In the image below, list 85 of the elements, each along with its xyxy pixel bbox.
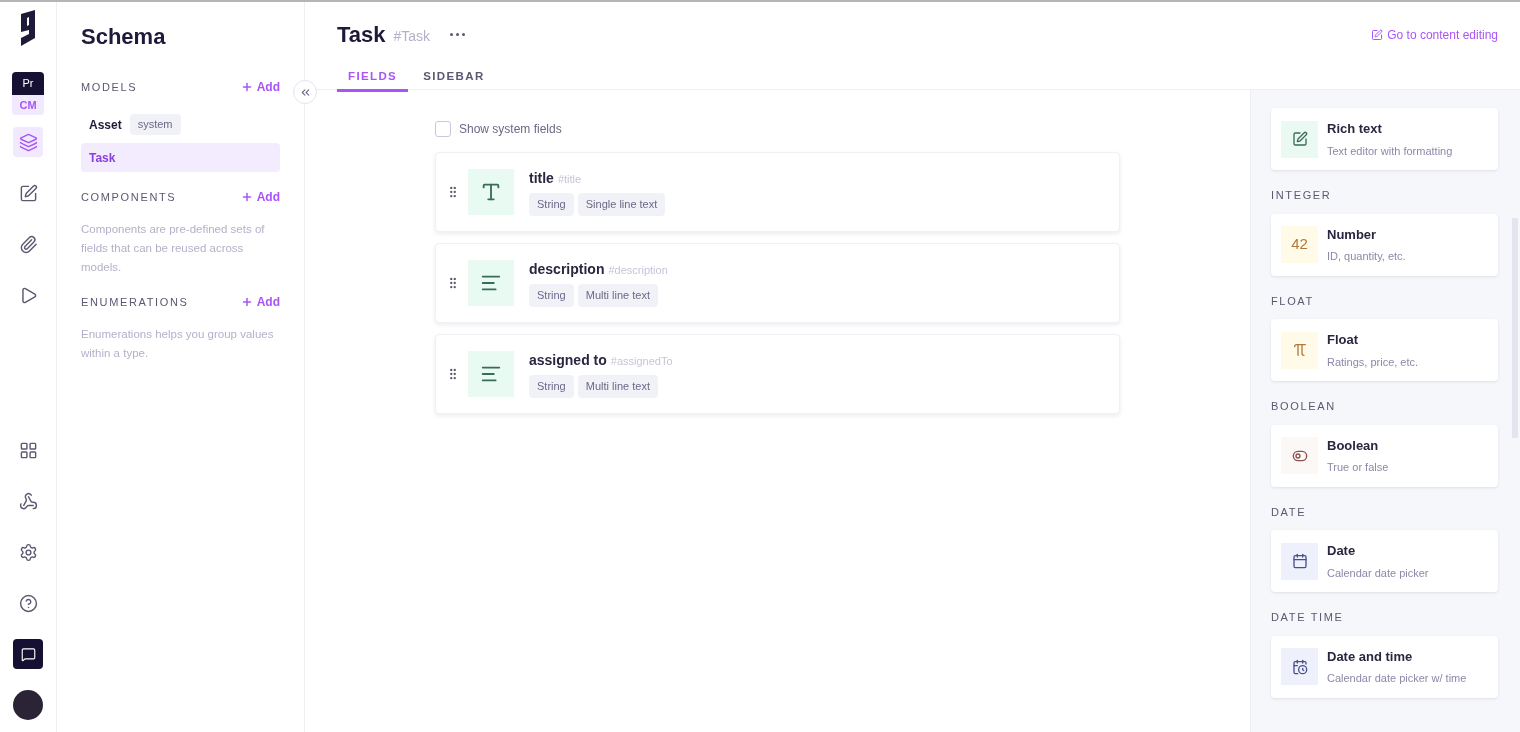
user-avatar[interactable] [13, 690, 43, 720]
type-group-heading: FLOAT [1271, 293, 1315, 309]
field-tag: Multi line text [577, 284, 658, 307]
model-item[interactable]: Task [81, 143, 280, 172]
chat-icon [20, 646, 36, 662]
field-name: title [529, 169, 554, 189]
pi-icon [1291, 342, 1308, 358]
section-heading: MODELS [81, 79, 138, 95]
add-button[interactable]: Add [240, 78, 280, 96]
add-button[interactable]: Add [240, 293, 280, 311]
more-icon[interactable] [450, 33, 466, 36]
calendar-icon [1291, 553, 1308, 569]
field-tag: String [529, 375, 574, 398]
model-item[interactable]: Asset system [81, 110, 280, 139]
tab[interactable]: FIELDS [337, 65, 409, 92]
field-type-card[interactable]: Date Calendar date picker [1271, 530, 1498, 592]
field-type-card[interactable]: Float Ratings, price, etc. [1271, 319, 1498, 381]
system-fields-checkbox[interactable]: Show system fields [435, 120, 1120, 138]
type-group-heading: BOOLEAN [1271, 399, 1337, 414]
field-type-description: Calendar date picker [1327, 565, 1429, 581]
model-api-id: #Task [393, 27, 431, 46]
project-code: CM [12, 94, 44, 115]
field-type-description: True or false [1327, 460, 1389, 475]
field-type-icon [468, 169, 514, 215]
field-type-description: Calendar date picker w/ time [1327, 671, 1467, 686]
number-icon: 42 [1281, 226, 1318, 263]
field-type-description: Text editor with formatting [1327, 143, 1453, 159]
system-tag: system [129, 114, 181, 135]
schema-button[interactable] [13, 127, 43, 157]
webhook-icon [18, 491, 38, 511]
calendar-clock-icon [1291, 658, 1308, 675]
type-group-heading: INTEGER [1271, 188, 1333, 203]
plus-icon [240, 191, 253, 203]
field-type-card[interactable]: 42 Number ID, quantity, etc. [1271, 213, 1498, 276]
field-card[interactable]: description #description String Multi line text [435, 243, 1120, 323]
content-editing-link[interactable]: Go to content editing [1371, 25, 1498, 44]
field-type-title: Date [1327, 542, 1357, 560]
field-type-icon [468, 260, 514, 306]
field-type-title: Number [1327, 225, 1378, 244]
field-type-icon [468, 351, 514, 397]
apps-icon [18, 440, 38, 460]
type-group-heading: DATE TIME [1271, 610, 1345, 625]
section-heading: ENUMERATIONS [81, 294, 189, 310]
field-type-card[interactable]: Rich text Text editor with formatting [1271, 108, 1498, 170]
section-description: Enumerations helps you group values within a type. [81, 327, 275, 361]
field-tag: Multi line text [577, 375, 658, 398]
field-type-card[interactable]: Boolean True or false [1271, 424, 1498, 487]
chat-button[interactable] [13, 639, 43, 669]
field-type-description: Ratings, price, etc. [1327, 354, 1419, 370]
field-api-id: #assignedTo [610, 354, 673, 370]
section-description: Components are pre-defined sets of fields that can be reused across models. [81, 222, 266, 275]
project-badge[interactable]: Pr [12, 72, 44, 95]
model-name: Asset [89, 116, 122, 134]
plus-icon [240, 81, 253, 93]
field-type-card[interactable]: Date and time Calendar date picker w/ time [1271, 635, 1498, 698]
type-group-heading: DATE [1271, 504, 1308, 520]
field-api-id: #title [557, 172, 582, 188]
field-type-title: Date and time [1327, 647, 1414, 666]
settings-icon [18, 542, 38, 562]
add-button[interactable]: Add [240, 188, 280, 206]
field-tag: Single line text [577, 193, 666, 216]
field-tag: String [529, 284, 574, 307]
section-heading: COMPONENTS [81, 189, 177, 205]
field-api-id: #description [608, 263, 668, 279]
field-name: description [529, 260, 605, 280]
rich-text-icon [1291, 131, 1308, 147]
edit-icon [1371, 28, 1384, 41]
paperclip-icon [18, 234, 38, 254]
help-icon [18, 593, 38, 613]
field-tag: String [529, 193, 574, 216]
field-card[interactable]: title #title String Single line text [435, 152, 1120, 232]
collapse-button[interactable] [293, 80, 317, 104]
tab[interactable]: SIDEBAR [412, 65, 496, 92]
schema-icon [18, 132, 38, 152]
plus-icon [240, 296, 253, 308]
model-title: Task [337, 21, 386, 49]
field-type-title: Float [1327, 331, 1360, 349]
sidebar-title: Schema [81, 23, 167, 51]
field-type-title: Boolean [1327, 436, 1380, 455]
edit-icon [18, 183, 38, 203]
field-type-title: Rich text [1327, 120, 1383, 138]
field-card[interactable]: assigned to #assignedTo String Multi line text [435, 334, 1120, 414]
field-type-description: ID, quantity, etc. [1327, 249, 1406, 264]
model-name: Task [89, 149, 116, 167]
field-name: assigned to [529, 351, 607, 371]
